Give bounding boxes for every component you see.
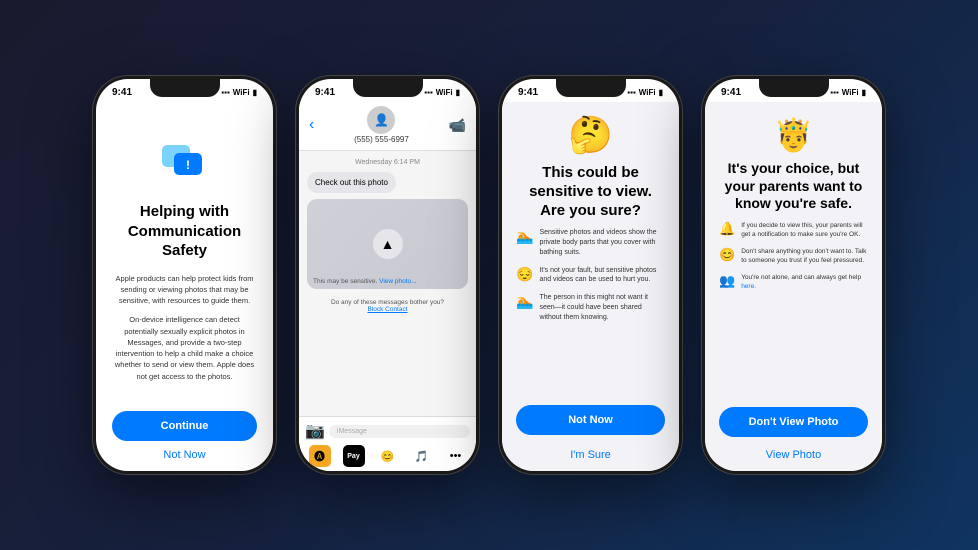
- thinking-emoji: 🤔: [568, 114, 613, 156]
- info-items: 🔔 If you decide to view this, your paren…: [719, 221, 868, 292]
- phone1-title: Helping with Communication Safety: [112, 202, 257, 261]
- sad-emoji: 😔: [516, 266, 533, 283]
- wifi-icon: WiFi: [233, 88, 250, 97]
- block-contact-link[interactable]: Block Contact: [367, 306, 407, 313]
- info-item-2: 😊 Don't share anything you don't want to…: [719, 247, 868, 265]
- phone4-buttons: Don't View Photo View Photo: [719, 407, 868, 461]
- battery-icon: ▮: [456, 88, 460, 97]
- warning-text-2: It's not your fault, but sensitive photo…: [539, 266, 665, 286]
- app-icons-row: 🅐 Pay 😊 🎵 •••: [305, 445, 470, 467]
- swim-emoji-2: 🏊: [516, 293, 533, 310]
- phone3-content: 🤔 This could be sensitive to view. Are y…: [502, 102, 679, 471]
- info-text-3: You're not alone, and can always get hel…: [741, 273, 868, 291]
- phone4-status-icons: ▪▪▪ WiFi ▮: [830, 88, 866, 97]
- signal-icon: ▪▪▪: [221, 88, 230, 97]
- msg-bubble: Check out this photo: [307, 172, 396, 193]
- smile-emoji: 😊: [719, 247, 735, 263]
- phone2-status-icons: ▪▪▪ WiFi ▮: [424, 88, 460, 97]
- messages-header: ‹ 👤 (555) 555-6997 📹: [299, 102, 476, 151]
- phone1-notch: [150, 79, 220, 97]
- im-sure-text[interactable]: I'm Sure: [516, 449, 665, 461]
- warning-item-2: 😔 It's not your fault, but sensitive pho…: [516, 266, 665, 286]
- svg-text:!: !: [186, 158, 190, 172]
- video-icon[interactable]: 📹: [449, 117, 466, 134]
- swim-emoji-1: 🏊: [516, 228, 533, 245]
- not-now-text[interactable]: Not Now: [163, 449, 205, 461]
- phone2: 9:41 ▪▪▪ WiFi ▮ ‹ 👤 (555) 555-6997 📹: [295, 75, 480, 475]
- messages-input-bar: 📷 iMessage 🅐 Pay 😊 🎵 •••: [299, 416, 476, 471]
- signal-icon: ▪▪▪: [830, 88, 839, 97]
- phone4: 9:41 ▪▪▪ WiFi ▮ 🤴 It's your choice, but …: [701, 75, 886, 475]
- apple-pay-icon[interactable]: Pay: [343, 445, 365, 467]
- phone4-content: 🤴 It's your choice, but your parents wan…: [705, 102, 882, 471]
- app-store-icon[interactable]: 🅐: [309, 445, 331, 467]
- phone1-icon: !: [160, 143, 210, 192]
- phone1-status-icons: ▪▪▪ WiFi ▮: [221, 88, 257, 97]
- phone3-screen: 9:41 ▪▪▪ WiFi ▮ 🤔 This could be sensitiv…: [502, 79, 679, 471]
- contact-name: (555) 555-6997: [354, 135, 409, 144]
- info-text-1: If you decide to view this, your parents…: [741, 221, 868, 239]
- warning-text-3: The person in this might not want it see…: [539, 293, 665, 322]
- phone1-body1: Apple products can help protect kids fro…: [112, 273, 257, 382]
- blurred-photo: ▲ This may be sensitive. View photo...: [307, 199, 468, 289]
- battery-icon: ▮: [659, 88, 663, 97]
- phone1: 9:41 ▪▪▪ WiFi ▮ !: [92, 75, 277, 475]
- camera-icon[interactable]: 📷: [305, 421, 325, 441]
- messages-header-center: 👤 (555) 555-6997: [354, 106, 409, 144]
- crown-emoji: 🤴: [774, 116, 814, 154]
- phone1-buttons: Continue Not Now: [112, 411, 257, 461]
- phone4-screen: 9:41 ▪▪▪ WiFi ▮ 🤴 It's your choice, but …: [705, 79, 882, 471]
- info-text-2: Don't share anything you don't want to. …: [741, 247, 868, 265]
- notification-emoji: 🔔: [719, 221, 735, 237]
- phone4-time: 9:41: [721, 87, 741, 98]
- warning-text-1: Sensitive photos and videos show the pri…: [539, 228, 665, 257]
- warning-item-1: 🏊 Sensitive photos and videos show the p…: [516, 228, 665, 257]
- phone3-notch: [556, 79, 626, 97]
- memoji-icon[interactable]: 😊: [377, 445, 399, 467]
- wifi-icon: WiFi: [842, 88, 859, 97]
- continue-button[interactable]: Continue: [112, 411, 257, 441]
- battery-icon: ▮: [862, 88, 866, 97]
- input-row: 📷 iMessage: [305, 421, 470, 441]
- signal-icon: ▪▪▪: [424, 88, 433, 97]
- more-icon[interactable]: •••: [445, 445, 467, 467]
- wifi-icon: WiFi: [639, 88, 656, 97]
- view-photo-link[interactable]: View photo...: [379, 278, 416, 285]
- phone3-status-icons: ▪▪▪ WiFi ▮: [627, 88, 663, 97]
- back-arrow-icon[interactable]: ‹: [309, 116, 314, 134]
- not-now-button[interactable]: Not Now: [516, 405, 665, 435]
- phone1-time: 9:41: [112, 87, 132, 98]
- phone1-content: ! Helping with Communication Safety Appl…: [96, 102, 273, 471]
- info-item-3: 👥 You're not alone, and can always get h…: [719, 273, 868, 291]
- msg-date: Wednesday 6:14 PM: [307, 159, 468, 166]
- signal-icon: ▪▪▪: [627, 88, 636, 97]
- avatar: 👤: [367, 106, 395, 134]
- phones-container: 9:41 ▪▪▪ WiFi ▮ !: [72, 55, 906, 495]
- bother-text: Do any of these messages bother you? Blo…: [307, 299, 468, 313]
- phone4-title: It's your choice, but your parents want …: [719, 160, 868, 213]
- phone3: 9:41 ▪▪▪ WiFi ▮ 🤔 This could be sensitiv…: [498, 75, 683, 475]
- phone4-notch: [759, 79, 829, 97]
- info-item-1: 🔔 If you decide to view this, your paren…: [719, 221, 868, 239]
- people-emoji: 👥: [719, 273, 735, 289]
- music-icon[interactable]: 🎵: [411, 445, 433, 467]
- message-input[interactable]: iMessage: [329, 425, 470, 438]
- view-photo-text[interactable]: View Photo: [719, 449, 868, 461]
- help-link[interactable]: here.: [741, 283, 756, 290]
- phone2-notch: [353, 79, 423, 97]
- phone3-buttons: Not Now I'm Sure: [516, 405, 665, 461]
- phone3-time: 9:41: [518, 87, 538, 98]
- phone2-content: ‹ 👤 (555) 555-6997 📹 Wednesday 6:14 PM C…: [299, 102, 476, 471]
- dont-view-button[interactable]: Don't View Photo: [719, 407, 868, 437]
- phone2-screen: 9:41 ▪▪▪ WiFi ▮ ‹ 👤 (555) 555-6997 📹: [299, 79, 476, 471]
- wifi-icon: WiFi: [436, 88, 453, 97]
- phone2-time: 9:41: [315, 87, 335, 98]
- warning-items: 🏊 Sensitive photos and videos show the p…: [516, 228, 665, 322]
- phone1-screen: 9:41 ▪▪▪ WiFi ▮ !: [96, 79, 273, 471]
- messages-body: Wednesday 6:14 PM Check out this photo ▲…: [299, 151, 476, 416]
- battery-icon: ▮: [253, 88, 257, 97]
- phone3-title: This could be sensitive to view. Are you…: [516, 164, 665, 220]
- blur-warning-text: This may be sensitive. View photo...: [313, 278, 417, 285]
- warning-item-3: 🏊 The person in this might not want it s…: [516, 293, 665, 322]
